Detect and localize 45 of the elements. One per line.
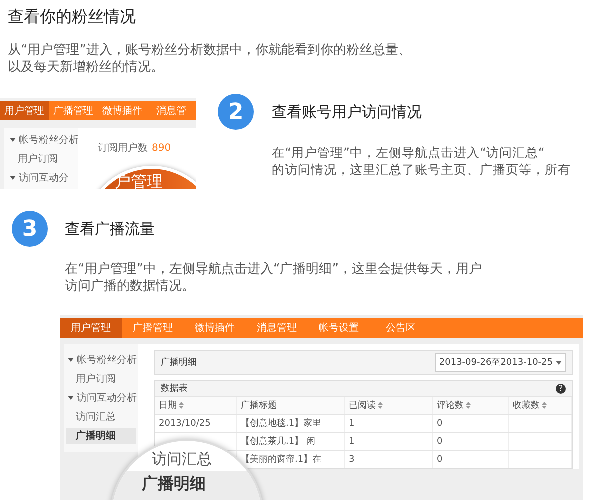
section-title: 查看你的粉丝情况: [8, 6, 136, 28]
expand-icon: [10, 176, 16, 180]
table-cell: 【创意地毯.1】家里: [237, 415, 345, 432]
caret-icon: [556, 360, 562, 364]
sidebar-item[interactable]: 用户订阅: [66, 371, 136, 387]
sidebar-item[interactable]: 帐号粉丝分析: [66, 352, 136, 368]
expand-icon: [68, 396, 74, 400]
description-text: 在“用户管理”中，左侧导航点击进入“访问汇总“ 的访问情况，这里汇总了账号主页、广播页等，所有: [272, 144, 571, 178]
sidebar-item[interactable]: 访问互动分析: [66, 390, 136, 406]
step-badge: 2: [218, 94, 254, 130]
sort-icon[interactable]: [378, 402, 383, 409]
column-header[interactable]: 评论数: [433, 397, 509, 414]
expand-icon: [10, 138, 16, 142]
description-text: 从“用户管理”进入，账号粉丝分析数据中，你就能看到你的粉丝总量、 以及每天新增粉丝的情况。: [8, 42, 412, 76]
sidebar-item[interactable]: 用户订阅: [8, 151, 74, 167]
stat-value: 890: [152, 143, 172, 154]
table-cell: 2013/10/25: [155, 415, 237, 432]
sort-icon[interactable]: [179, 402, 184, 409]
section-title: 查看广播流量: [65, 219, 155, 240]
panel-title: 广播明细: [161, 356, 197, 369]
column-header[interactable]: 广播标题: [237, 397, 345, 414]
column-header[interactable]: 已阅读: [345, 397, 433, 414]
nav-tab[interactable]: 用户管理: [60, 318, 122, 338]
nav-tab[interactable]: 用户管理: [0, 101, 49, 120]
date-range-dropdown[interactable]: 2013-09-26至2013-10-25: [435, 353, 566, 372]
help-icon[interactable]: ?: [556, 384, 566, 394]
table-cell: 0: [433, 451, 509, 468]
table-cell: 0: [433, 433, 509, 450]
sidebar-item[interactable]: 广播明细: [66, 428, 136, 444]
table-title: 数据表: [161, 382, 188, 395]
stat-label: 订阅用户数: [98, 143, 148, 154]
section-title: 查看账号用户访问情况: [272, 102, 422, 123]
step-badge: 3: [12, 211, 48, 247]
expand-icon: [68, 358, 74, 362]
description-text: 在“用户管理”中，左侧导航点击进入“广播明细”，这里会提供每天，用户 访问广播的数据情况。: [65, 261, 482, 295]
sort-icon[interactable]: [542, 402, 547, 409]
table-cell: 1: [345, 415, 433, 432]
table-cell: 0: [433, 415, 509, 432]
table-cell: 3: [345, 451, 433, 468]
sidebar-item[interactable]: 访问汇总: [66, 409, 136, 425]
sidebar-item[interactable]: 访问互动分: [8, 170, 74, 186]
sort-icon[interactable]: [466, 402, 471, 409]
table-cell: 1: [345, 433, 433, 450]
column-header[interactable]: 收藏数: [509, 397, 572, 414]
column-header[interactable]: 日期: [155, 397, 237, 414]
